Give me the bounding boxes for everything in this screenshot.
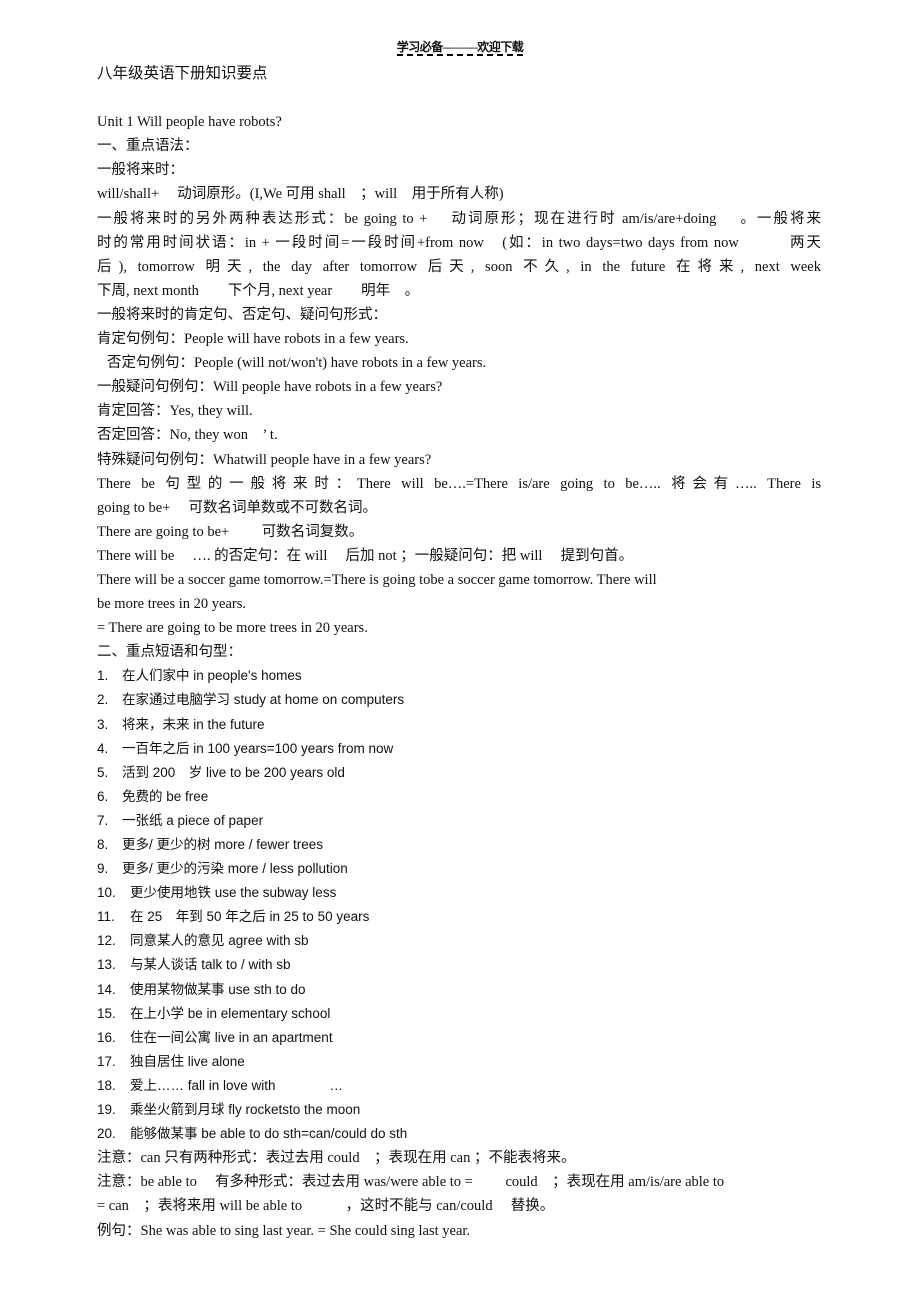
phrase-item: 13. 与某人谈话 talk to / with sb [97, 953, 821, 977]
there-be-line: There will be …. 的否定句：在 will 后加 not ；一般疑… [97, 547, 634, 564]
phrase-number: 19. [97, 1102, 116, 1118]
grammar-line: 下周, next month 下个月, next year 明年 。 [97, 282, 420, 299]
section1-heading: 一、重点语法： [97, 138, 199, 155]
phrase-number: 6. [97, 788, 109, 804]
phrase-number: 9. [97, 861, 109, 877]
phrase-text: 住在一间公寓 live in an apartment [130, 1029, 333, 1045]
phrase-text: 能够做某事 be able to do sth=can/could do sth [130, 1126, 408, 1142]
there-be-line: There will be a soccer game tomorrow.=Th… [97, 571, 657, 588]
example-line: 肯定回答：Yes, they will. [97, 403, 253, 420]
phrase-item: 20. 能够做某事 be able to do sth=can/could do … [97, 1122, 821, 1146]
phrase-number: 16. [97, 1029, 116, 1045]
phrase-number: 20. [97, 1126, 116, 1142]
document-body: 八年级英语下册知识要点 Unit 1 Will people have robo… [97, 62, 821, 1243]
phrase-item: 17. 独自居住 live alone [97, 1050, 821, 1074]
phrase-number: 8. [97, 837, 109, 852]
phrase-item: 8. 更多/ 更少的树 more / fewer trees [97, 833, 821, 857]
phrase-number: 10. [97, 885, 116, 901]
phrase-text: 一百年之后 in 100 years=100 years from now [122, 740, 394, 756]
unit-title: Unit 1 Will people have robots? [97, 114, 282, 131]
forms-heading: 一般将来时的肯定句、否定句、疑问句形式： [97, 306, 387, 323]
phrase-item: 2. 在家通过电脑学习 study at home on computers [97, 688, 821, 712]
note-line: 例句：She was able to sing last year. = She… [97, 1222, 471, 1239]
phrase-item: 15. 在上小学 be in elementary school [97, 1002, 821, 1026]
phrase-text: 乘坐火箭到月球 fly rocketsto the moon [130, 1102, 361, 1118]
phrase-text: 在 25 年到 50 年之后 in 25 to 50 years [130, 909, 370, 925]
phrase-item: 12. 同意某人的意见 agree with sb [97, 929, 821, 953]
phrase-item: 18. 爱上…… fall in love with … [97, 1074, 821, 1098]
section2-heading: 二、重点短语和句型： [97, 644, 242, 661]
phrase-number: 1. [97, 668, 109, 684]
there-be-line: There are going to be+ 可数名词复数。 [97, 523, 364, 540]
phrase-number: 18. [97, 1077, 116, 1093]
phrase-number: 4. [97, 740, 109, 756]
phrase-number: 11. [97, 909, 115, 925]
phrase-text: 与某人谈话 talk to / with sb [130, 957, 291, 973]
note-line: 注意：be able to 有多种形式：表过去用 was/were able t… [97, 1174, 725, 1191]
phrase-number: 12. [97, 933, 116, 949]
example-line: 一般疑问句例句：Will people have robots in a few… [97, 379, 443, 396]
phrase-number: 3. [97, 716, 109, 732]
grammar-line: 一般将来时的另外两种表达形式：be going to + 动词原形；现在进行时 … [97, 210, 821, 227]
grammar-line: 时的常用时间状语：in + 一段时间=一段时间+from now (如：in t… [97, 234, 821, 251]
phrase-text: 更少使用地铁 use the subway less [130, 885, 337, 901]
phrase-item: 9. 更多/ 更少的污染 more / less pollution [97, 857, 821, 881]
document-title: 八年级英语下册知识要点 [97, 65, 268, 82]
phrase-list: 1. 在人们家中 in people's homes 2. 在家通过电脑学习 stud… [97, 664, 821, 1146]
phrase-text: 更多/ 更少的树 more / fewer trees [122, 837, 324, 852]
phrase-item: 5. 活到 200 岁 live to be 200 years old [97, 761, 821, 785]
phrase-number: 2. [97, 692, 109, 708]
phrase-item: 3. 将来，未来 in the future [97, 713, 821, 737]
there-be-line: = There are going to be more trees in 20… [97, 620, 368, 637]
phrase-text: 在人们家中 in people's homes [122, 668, 302, 684]
there-be-line: be more trees in 20 years. [97, 596, 246, 613]
phrase-text: 在上小学 be in elementary school [130, 1005, 331, 1021]
phrase-number: 7. [97, 812, 109, 828]
phrase-text: 免费的 be free [122, 788, 209, 804]
phrase-item: 11. 在 25 年到 50 年之后 in 25 to 50 years [97, 905, 821, 929]
phrase-text: 独自居住 live alone [130, 1053, 245, 1069]
example-line: 否定回答：No, they won ’ t. [97, 427, 278, 444]
example-line: 否定句例句：People (will not/won't) have robot… [107, 355, 487, 372]
phrase-text: 在家通过电脑学习 study at home on computers [122, 692, 405, 708]
phrase-item: 19. 乘坐火箭到月球 fly rocketsto the moon [97, 1098, 821, 1122]
there-be-line: There be 句型的一般将来时：There will be….=There … [97, 475, 821, 492]
header-text: 学习必备———欢迎下载 [396, 40, 524, 56]
phrase-item: 10. 更少使用地铁 use the subway less [97, 881, 821, 905]
note-line: = can ；表将来用 will be able to ，这时不能与 can/c… [97, 1198, 555, 1215]
phrase-text: 爱上…… fall in love with … [130, 1077, 344, 1093]
example-line: 特殊疑问句例句：Whatwill people have in a few ye… [97, 451, 432, 468]
phrase-item: 6. 免费的 be free [97, 785, 821, 809]
phrase-text: 活到 200 岁 live to be 200 years old [122, 764, 345, 780]
example-line: 肯定句例句：People will have robots in a few y… [97, 331, 409, 348]
phrase-number: 5. [97, 764, 109, 780]
phrase-text: 将来，未来 in the future [122, 716, 265, 732]
phrase-number: 13. [97, 957, 116, 973]
phrase-item: 14. 使用某物做某事 use sth to do [97, 978, 821, 1002]
section1-subheading: 一般将来时： [97, 162, 184, 179]
page-header: 学习必备———欢迎下载 [0, 40, 920, 56]
phrase-item: 4. 一百年之后 in 100 years=100 years from now [97, 737, 821, 761]
phrase-item: 7. 一张纸 a piece of paper [97, 809, 821, 833]
phrase-item: 16. 住在一间公寓 live in an apartment [97, 1026, 821, 1050]
note-line: 注意：can 只有两种形式：表过去用 could ；表现在用 can ；不能表将… [97, 1150, 576, 1167]
phrase-number: 17. [97, 1053, 116, 1069]
grammar-line: will/shall+ 动词原形。(I,We 可用 shall ；will 用于… [97, 186, 504, 203]
phrase-item: 1. 在人们家中 in people's homes [97, 664, 821, 688]
phrase-number: 14. [97, 981, 116, 997]
phrase-text: 更多/ 更少的污染 more / less pollution [122, 861, 348, 877]
there-be-line: going to be+ 可数名词单数或不可数名词。 [97, 499, 378, 516]
grammar-line: 后), tomorrow 明天, the day after tomorrow … [97, 258, 821, 275]
phrase-text: 同意某人的意见 agree with sb [130, 933, 309, 949]
phrase-text: 使用某物做某事 use sth to do [130, 981, 306, 997]
phrase-text: 一张纸 a piece of paper [122, 812, 264, 828]
phrase-number: 15. [97, 1005, 116, 1021]
